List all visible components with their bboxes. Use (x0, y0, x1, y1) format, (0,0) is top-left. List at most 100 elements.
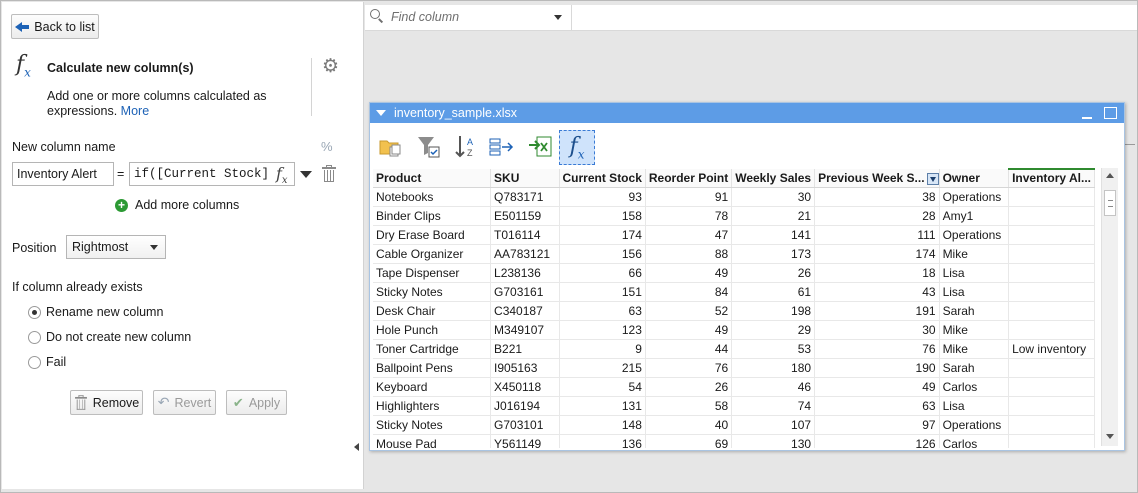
table-cell[interactable]: 29 (731, 320, 816, 340)
table-cell[interactable]: Sticky Notes (373, 415, 492, 435)
table-cell[interactable]: J016194 (490, 396, 560, 416)
table-cell[interactable]: 38 (814, 187, 940, 207)
expression-input[interactable]: if([Current Stock] (129, 162, 295, 186)
table-cell[interactable]: Mike (939, 339, 1010, 359)
table-cell[interactable] (1008, 434, 1095, 448)
table-cell[interactable]: Sarah (939, 301, 1010, 321)
table-cell[interactable]: Highlighters (373, 396, 492, 416)
table-cell[interactable]: 52 (645, 301, 733, 321)
table-cell[interactable]: Y561149 (490, 434, 560, 448)
split-column-button[interactable] (487, 131, 517, 163)
radio-button[interactable] (28, 355, 41, 369)
column-header-new[interactable]: Inventory Al... (1008, 168, 1095, 188)
filter-button[interactable] (414, 131, 444, 163)
table-cell[interactable]: G703101 (490, 415, 560, 435)
table-cell[interactable]: I905163 (490, 358, 560, 378)
table-cell[interactable]: 46 (731, 377, 816, 397)
table-cell[interactable]: Toner Cartridge (373, 339, 492, 359)
table-cell[interactable]: 44 (645, 339, 733, 359)
table-cell[interactable]: 88 (645, 244, 733, 264)
table-cell[interactable]: 174 (559, 225, 646, 245)
table-cell[interactable] (1008, 396, 1095, 416)
table-cell[interactable]: T016114 (490, 225, 560, 245)
table-cell[interactable]: 49 (645, 263, 733, 283)
vertical-scrollbar[interactable] (1101, 168, 1118, 446)
table-cell[interactable]: Low inventory (1008, 339, 1095, 359)
table-cell[interactable]: Ballpoint Pens (373, 358, 492, 378)
scrollbar-thumb[interactable] (1104, 190, 1116, 216)
table-row[interactable]: Ballpoint Pens I905163 215 76 180 190 Sarah (373, 358, 1095, 378)
table-cell[interactable]: Binder Clips (373, 206, 492, 226)
table-cell[interactable]: G703161 (490, 282, 560, 302)
table-row[interactable]: Cable Organizer AA783121 156 88 173 174 Mike (373, 244, 1095, 264)
table-cell[interactable]: 136 (559, 434, 646, 448)
table-cell[interactable] (1008, 263, 1095, 283)
table-cell[interactable] (1008, 320, 1095, 340)
table-cell[interactable]: 30 (814, 320, 940, 340)
table-cell[interactable]: Operations (939, 187, 1010, 207)
table-cell[interactable] (1008, 206, 1095, 226)
table-cell[interactable]: 156 (559, 244, 646, 264)
table-cell[interactable]: 78 (645, 206, 733, 226)
table-cell[interactable]: Sarah (939, 358, 1010, 378)
table-cell[interactable] (1008, 358, 1095, 378)
table-row[interactable]: Notebooks Q783171 93 91 30 38 Operations (373, 187, 1095, 207)
sort-az-button[interactable]: A Z (452, 131, 482, 163)
table-cell[interactable]: M349107 (490, 320, 560, 340)
more-link[interactable]: More (121, 104, 149, 118)
table-cell[interactable] (1008, 282, 1095, 302)
table-cell[interactable]: 76 (645, 358, 733, 378)
expression-function-icon[interactable]: fx (276, 164, 288, 186)
revert-button[interactable]: ↶ Revert (153, 390, 216, 415)
table-cell[interactable]: AA783121 (490, 244, 560, 264)
table-cell[interactable]: 66 (559, 263, 646, 283)
table-cell[interactable]: E501159 (490, 206, 560, 226)
table-cell[interactable]: Lisa (939, 263, 1010, 283)
table-cell[interactable]: 190 (814, 358, 940, 378)
table-cell[interactable]: 130 (731, 434, 816, 448)
table-row[interactable]: Dry Erase Board T016114 174 47 141 111 Operati… (373, 225, 1095, 245)
table-row[interactable]: Desk Chair C340187 63 52 198 191 Sarah (373, 301, 1095, 321)
radio-button-selected[interactable] (28, 305, 41, 319)
table-cell[interactable]: 40 (645, 415, 733, 435)
table-cell[interactable]: Dry Erase Board (373, 225, 492, 245)
calculate-column-button[interactable]: fx (559, 130, 595, 165)
table-cell[interactable]: Mouse Pad (373, 434, 492, 448)
table-cell[interactable]: 61 (731, 282, 816, 302)
table-row[interactable]: Mouse Pad Y561149 136 69 130 126 Carlos (373, 434, 1095, 448)
table-cell[interactable]: 97 (814, 415, 940, 435)
add-more-columns-button[interactable]: + Add more columns (115, 198, 239, 212)
radio-fail[interactable]: Fail (28, 355, 66, 369)
expression-dropdown-icon[interactable] (300, 171, 312, 178)
open-folder-button[interactable] (375, 131, 405, 163)
table-cell[interactable]: Hole Punch (373, 320, 492, 340)
scroll-down-icon[interactable] (1106, 434, 1114, 439)
find-column-input[interactable]: Find column (391, 10, 459, 24)
table-cell[interactable]: Lisa (939, 396, 1010, 416)
table-cell[interactable]: B221 (490, 339, 560, 359)
column-header[interactable]: Owner (939, 169, 1010, 188)
column-header[interactable]: Product (373, 169, 492, 188)
table-cell[interactable]: 126 (814, 434, 940, 448)
table-cell[interactable]: 47 (645, 225, 733, 245)
table-cell[interactable]: 151 (559, 282, 646, 302)
table-row[interactable]: Hole Punch M349107 123 49 29 30 Mike (373, 320, 1095, 340)
table-cell[interactable]: 9 (559, 339, 646, 359)
table-cell[interactable]: Mike (939, 244, 1010, 264)
back-to-list-button[interactable]: Back to list (11, 14, 99, 39)
column-header[interactable]: Reorder Point (645, 169, 733, 188)
table-cell[interactable]: Sticky Notes (373, 282, 492, 302)
table-cell[interactable]: Tape Dispenser (373, 263, 492, 283)
table-cell[interactable]: L238136 (490, 263, 560, 283)
table-cell[interactable] (1008, 187, 1095, 207)
table-cell[interactable]: 74 (731, 396, 816, 416)
table-cell[interactable]: 43 (814, 282, 940, 302)
table-row[interactable]: Toner Cartridge B221 9 44 53 76 Mike Low invent… (373, 339, 1095, 359)
table-cell[interactable]: Carlos (939, 434, 1010, 448)
remove-button[interactable]: Remove (70, 390, 143, 415)
table-cell[interactable]: 63 (559, 301, 646, 321)
table-cell[interactable]: Carlos (939, 377, 1010, 397)
table-cell[interactable]: 54 (559, 377, 646, 397)
apply-button[interactable]: ✔ Apply (226, 390, 287, 415)
table-cell[interactable]: 76 (814, 339, 940, 359)
